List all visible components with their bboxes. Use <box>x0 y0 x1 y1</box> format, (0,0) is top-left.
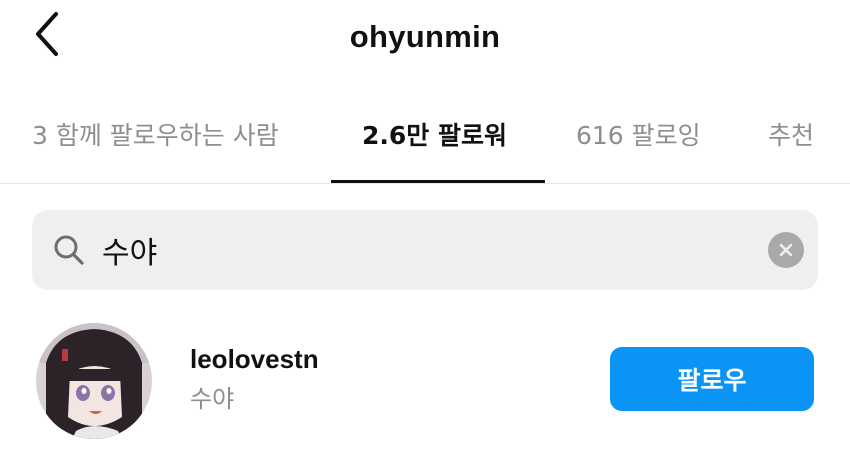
tab-mutual-followers[interactable]: 3 함께 팔로우하는 사람 <box>32 116 279 156</box>
avatar-image <box>36 323 152 439</box>
tab-suggested[interactable]: 추천 <box>768 116 814 156</box>
tab-bar: 3 함께 팔로우하는 사람 2.6만 팔로워 616 팔로잉 추천 <box>0 100 850 184</box>
follow-button[interactable]: 팔로우 <box>610 347 814 411</box>
tab-followers[interactable]: 2.6만 팔로워 <box>362 116 507 156</box>
search-bar[interactable] <box>32 210 818 290</box>
result-full-name: 수야 <box>190 385 235 413</box>
clear-search-button[interactable] <box>768 232 804 268</box>
header-bar: ohyunmin <box>0 0 850 80</box>
active-tab-indicator <box>331 180 545 183</box>
page-title: ohyunmin <box>349 19 501 54</box>
result-username[interactable]: leolovestn <box>190 342 319 376</box>
list-item[interactable]: leolovestn 수야 팔로우 <box>0 316 850 446</box>
search-icon <box>54 235 84 265</box>
tab-following[interactable]: 616 팔로잉 <box>576 116 701 156</box>
avatar[interactable] <box>36 323 152 439</box>
clear-icon <box>779 243 793 257</box>
search-input[interactable] <box>102 222 752 278</box>
